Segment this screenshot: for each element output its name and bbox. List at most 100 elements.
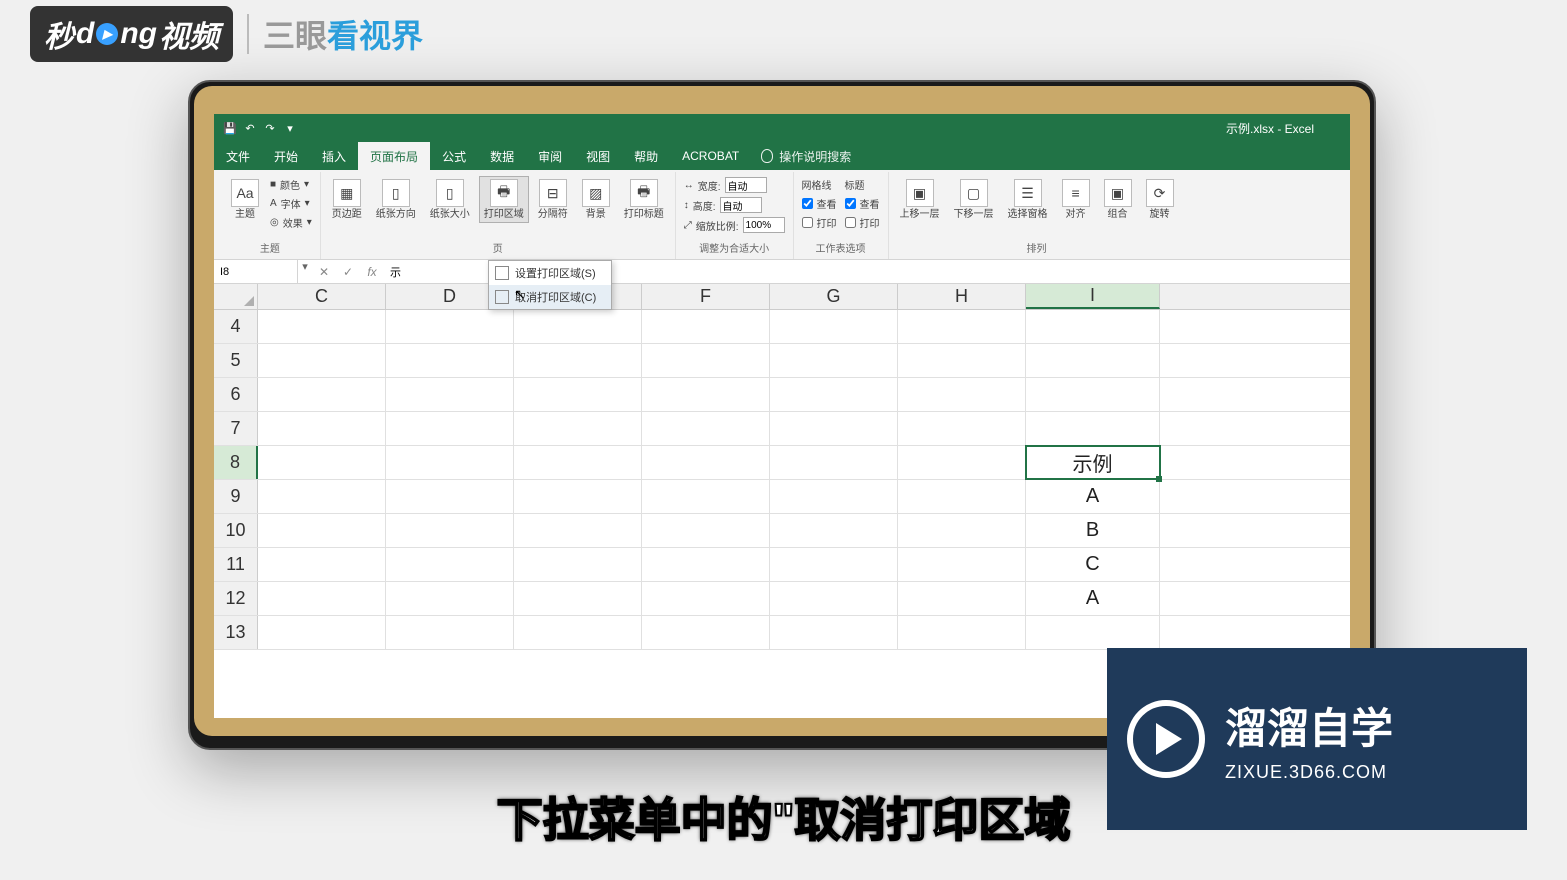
cell-G7[interactable] xyxy=(770,412,898,445)
cell-H8[interactable] xyxy=(898,446,1026,479)
tab-insert[interactable]: 插入 xyxy=(310,142,358,170)
colors-button[interactable]: ■颜色▾ xyxy=(268,176,314,193)
cell-D6[interactable] xyxy=(386,378,514,411)
cell-H11[interactable] xyxy=(898,548,1026,581)
row-header-8[interactable]: 8 xyxy=(214,446,258,479)
row-header-13[interactable]: 13 xyxy=(214,616,258,649)
cell-D13[interactable] xyxy=(386,616,514,649)
cell-C6[interactable] xyxy=(258,378,386,411)
cell-C8[interactable] xyxy=(258,446,386,479)
orientation-button[interactable]: ▯纸张方向 xyxy=(371,176,421,223)
undo-icon[interactable]: ↶ xyxy=(240,118,260,138)
cell-C11[interactable] xyxy=(258,548,386,581)
cell-H6[interactable] xyxy=(898,378,1026,411)
row-header-12[interactable]: 12 xyxy=(214,582,258,615)
cell-H12[interactable] xyxy=(898,582,1026,615)
height-input[interactable] xyxy=(720,197,762,213)
cell-D9[interactable] xyxy=(386,480,514,513)
tab-review[interactable]: 审阅 xyxy=(526,142,574,170)
row-header-10[interactable]: 10 xyxy=(214,514,258,547)
cell-G8[interactable] xyxy=(770,446,898,479)
checkbox[interactable] xyxy=(845,217,856,228)
cell-E13[interactable] xyxy=(514,616,642,649)
cell-F4[interactable] xyxy=(642,310,770,343)
column-header-I[interactable]: I xyxy=(1026,284,1160,309)
cell-G5[interactable] xyxy=(770,344,898,377)
cell-F10[interactable] xyxy=(642,514,770,547)
column-header-H[interactable]: H xyxy=(898,284,1026,309)
cell-C13[interactable] xyxy=(258,616,386,649)
name-box[interactable]: I8 xyxy=(214,260,298,283)
cell-G11[interactable] xyxy=(770,548,898,581)
cell-C4[interactable] xyxy=(258,310,386,343)
cell-D5[interactable] xyxy=(386,344,514,377)
select-all-corner[interactable] xyxy=(214,284,258,309)
row-header-7[interactable]: 7 xyxy=(214,412,258,445)
cancel-icon[interactable]: ✕ xyxy=(312,260,336,283)
cell-F7[interactable] xyxy=(642,412,770,445)
cell-E12[interactable] xyxy=(514,582,642,615)
row-header-11[interactable]: 11 xyxy=(214,548,258,581)
cell-G12[interactable] xyxy=(770,582,898,615)
cell-F13[interactable] xyxy=(642,616,770,649)
cell-C7[interactable] xyxy=(258,412,386,445)
print-titles-button[interactable]: 🖶打印标题 xyxy=(619,176,669,223)
cell-G10[interactable] xyxy=(770,514,898,547)
cell-D7[interactable] xyxy=(386,412,514,445)
align-button[interactable]: ≡对齐 xyxy=(1057,176,1095,223)
cell-D10[interactable] xyxy=(386,514,514,547)
tell-me-search[interactable]: 操作说明搜索 xyxy=(751,142,861,170)
cell-H4[interactable] xyxy=(898,310,1026,343)
column-header-C[interactable]: C xyxy=(258,284,386,309)
margins-button[interactable]: ▦页边距 xyxy=(327,176,367,223)
cell-E6[interactable] xyxy=(514,378,642,411)
themes-button[interactable]: Aa 主题 xyxy=(226,176,264,223)
title-bar[interactable]: 💾 ↶ ↷ ▾ 示例.xlsx - Excel xyxy=(214,114,1350,142)
cell-H13[interactable] xyxy=(898,616,1026,649)
tab-file[interactable]: 文件 xyxy=(214,142,262,170)
selection-pane-button[interactable]: ☰选择窗格 xyxy=(1003,176,1053,223)
cell-E8[interactable] xyxy=(514,446,642,479)
cell-C10[interactable] xyxy=(258,514,386,547)
row-header-9[interactable]: 9 xyxy=(214,480,258,513)
cell-G6[interactable] xyxy=(770,378,898,411)
cell-D8[interactable] xyxy=(386,446,514,479)
cell-H10[interactable] xyxy=(898,514,1026,547)
width-row[interactable]: ↔宽度: xyxy=(682,176,787,194)
cell-D4[interactable] xyxy=(386,310,514,343)
cell-F6[interactable] xyxy=(642,378,770,411)
cell-I11[interactable]: C xyxy=(1026,548,1160,581)
cell-H5[interactable] xyxy=(898,344,1026,377)
row-header-6[interactable]: 6 xyxy=(214,378,258,411)
checkbox[interactable] xyxy=(802,198,813,209)
headings-view-checkbox[interactable]: 查看 xyxy=(843,195,882,212)
cell-F8[interactable] xyxy=(642,446,770,479)
cell-I10[interactable]: B xyxy=(1026,514,1160,547)
cell-C12[interactable] xyxy=(258,582,386,615)
gridlines-print-checkbox[interactable]: 打印 xyxy=(800,214,839,231)
cell-H9[interactable] xyxy=(898,480,1026,513)
width-input[interactable] xyxy=(725,177,767,193)
effects-button[interactable]: ◎效果▾ xyxy=(268,214,314,231)
cell-E4[interactable] xyxy=(514,310,642,343)
cell-C5[interactable] xyxy=(258,344,386,377)
cell-G4[interactable] xyxy=(770,310,898,343)
send-backward-button[interactable]: ▢下移一层 xyxy=(949,176,999,223)
cell-F12[interactable] xyxy=(642,582,770,615)
tab-formulas[interactable]: 公式 xyxy=(430,142,478,170)
checkbox[interactable] xyxy=(845,198,856,209)
cell-H7[interactable] xyxy=(898,412,1026,445)
cell-G9[interactable] xyxy=(770,480,898,513)
cell-I7[interactable] xyxy=(1026,412,1160,445)
scale-row[interactable]: ⤢缩放比例: xyxy=(682,216,787,234)
cell-G13[interactable] xyxy=(770,616,898,649)
cell-I13[interactable] xyxy=(1026,616,1160,649)
cell-E9[interactable] xyxy=(514,480,642,513)
column-header-F[interactable]: F xyxy=(642,284,770,309)
checkbox[interactable] xyxy=(802,217,813,228)
tab-view[interactable]: 视图 xyxy=(574,142,622,170)
cell-I4[interactable] xyxy=(1026,310,1160,343)
tab-home[interactable]: 开始 xyxy=(262,142,310,170)
size-button[interactable]: ▯纸张大小 xyxy=(425,176,475,223)
set-print-area-item[interactable]: 设置打印区域(S) xyxy=(489,261,611,285)
